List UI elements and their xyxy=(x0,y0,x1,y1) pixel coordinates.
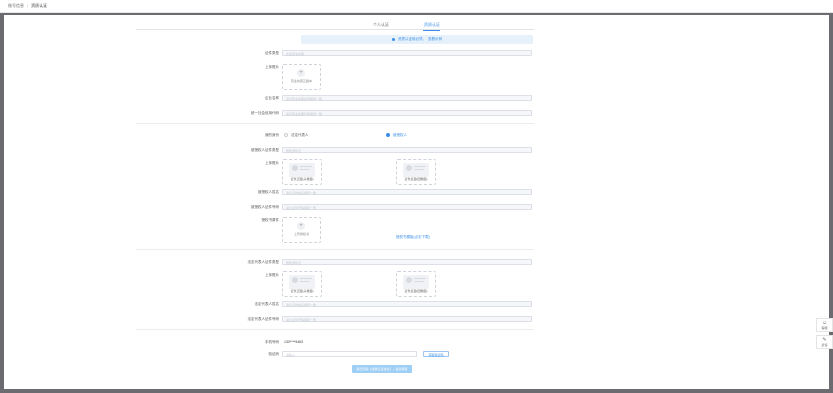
auth-letter-caption: 上传授权书 xyxy=(293,232,309,236)
card-line xyxy=(414,278,426,279)
identity-label: 我的身份 xyxy=(265,133,279,137)
submit-button[interactable]: 我已阅读《资质认证协议》，提交审核 xyxy=(352,365,412,373)
cert-type-select[interactable]: 企业营业执照 xyxy=(282,50,532,56)
feedback-label: 反馈 xyxy=(821,343,828,347)
portrait-icon xyxy=(292,277,298,283)
credit-code-label: 统一社会信用代码 xyxy=(251,111,279,115)
card-line xyxy=(300,166,312,167)
tabs-divider xyxy=(136,29,534,30)
agent-id-front-upload[interactable]: 证件正面(头像面) xyxy=(282,159,322,185)
breadcrumb-current: 资质认证 xyxy=(31,3,48,8)
notice-text: 资质认证前必须， xyxy=(398,37,426,41)
agent-id-back-upload[interactable]: 证件反面(国徽面) xyxy=(396,159,436,185)
notice-link[interactable]: 查看示例 xyxy=(428,37,442,41)
verify-code-label: 验证码 xyxy=(268,352,280,356)
agent-id-input[interactable]: 请与证件号码保持一致 xyxy=(282,204,532,210)
breadcrumb: 账号信息 / 资质认证 xyxy=(8,0,47,12)
legal-id-front-upload[interactable]: 证件正面(头像面) xyxy=(282,271,322,297)
feedback-button[interactable]: ✎ 反馈 xyxy=(816,335,833,349)
tab-active-indicator xyxy=(423,30,440,31)
license-upload-caption: 营业执照正副本 xyxy=(290,79,312,83)
agent-id-label: 被授权人证件号码 xyxy=(251,205,279,209)
radio-agent[interactable] xyxy=(386,133,390,137)
portrait-icon xyxy=(292,165,298,171)
emblem-icon xyxy=(406,165,412,171)
cert-type-label: 证件类型 xyxy=(265,51,279,55)
legal-cert-type-label: 法定代表人证件类型 xyxy=(247,260,280,264)
credit-code-input[interactable]: 请与营业执照代码保持一致 xyxy=(282,110,532,116)
notice-banner: 资质认证前必须， 查看示例 xyxy=(301,35,533,44)
card-line xyxy=(300,281,310,282)
legal-name-input[interactable]: 请与证件姓名保持一致 xyxy=(282,301,532,307)
customer-service-button[interactable]: ☺ 客服 xyxy=(816,318,833,332)
section-divider xyxy=(136,329,534,330)
legal-name-label: 法定代表人姓名 xyxy=(254,302,280,306)
phone-value: 133****9463 xyxy=(284,340,304,344)
company-name-input[interactable]: 请与营业执照名称保持一致 xyxy=(282,95,532,101)
license-upload-label: 上传照片 xyxy=(265,65,279,69)
auth-letter-upload[interactable]: + 上传授权书 xyxy=(282,217,321,243)
card-line xyxy=(414,166,426,167)
emblem-icon xyxy=(406,277,412,283)
card-line xyxy=(300,169,310,170)
section-divider xyxy=(136,249,534,250)
verify-code-input[interactable]: 请输入 xyxy=(282,351,417,357)
get-code-button[interactable]: 获取验证码 xyxy=(423,351,449,357)
customer-service-label: 客服 xyxy=(821,326,828,330)
plus-icon: + xyxy=(297,222,305,230)
main-panel: 个人认证 资质认证 资质认证前必须， 查看示例 证件类型 企业营业执照 上传照片 … xyxy=(4,15,829,389)
radio-legal-rep-label[interactable]: 法定代表人 xyxy=(291,133,309,138)
legal-cert-type-select[interactable]: 居民身份证 xyxy=(282,259,532,265)
legal-id-front-caption: 证件正面(头像面) xyxy=(290,289,314,293)
breadcrumb-separator: / xyxy=(27,3,29,8)
legal-id-back-caption: 证件反面(国徽面) xyxy=(404,289,428,293)
license-upload[interactable]: + 营业执照正副本 xyxy=(282,64,321,90)
card-line xyxy=(414,281,424,282)
agent-id-front-caption: 证件正面(头像面) xyxy=(290,177,314,181)
agent-id-back-caption: 证件反面(国徽面) xyxy=(404,177,428,181)
info-icon xyxy=(392,37,395,41)
auth-letter-label: 授权书原件 xyxy=(261,218,280,222)
phone-label: 手机号码 xyxy=(265,340,279,344)
section-divider xyxy=(136,123,534,124)
radio-agent-label[interactable]: 被授权人 xyxy=(393,133,407,138)
legal-id-back-upload[interactable]: 证件反面(国徽面) xyxy=(396,271,436,297)
agent-name-label: 被授权人姓名 xyxy=(258,190,279,194)
top-bar: 账号信息 / 资质认证 xyxy=(0,0,833,13)
plus-icon: + xyxy=(297,69,305,77)
legal-id-input[interactable]: 请与证件号码保持一致 xyxy=(282,316,532,322)
card-line xyxy=(414,169,424,170)
legal-id-label: 法定代表人证件号码 xyxy=(247,317,280,321)
company-name-label: 企业名称 xyxy=(265,96,279,100)
breadcrumb-home[interactable]: 账号信息 xyxy=(8,3,24,8)
agent-photo-label: 上传照片 xyxy=(265,161,279,165)
card-line xyxy=(300,278,312,279)
agent-cert-type-select[interactable]: 居民身份证 xyxy=(282,147,532,153)
tab-personal[interactable]: 个人认证 xyxy=(373,22,389,28)
radio-legal-rep[interactable] xyxy=(284,133,288,137)
agent-name-input[interactable]: 请与证件姓名保持一致 xyxy=(282,189,532,195)
agent-cert-type-label: 被授权人证件类型 xyxy=(251,148,279,152)
tab-qualification[interactable]: 资质认证 xyxy=(424,22,440,28)
auth-template-download-link[interactable]: 授权书模板(点击下载) xyxy=(396,235,430,240)
legal-photo-label: 上传照片 xyxy=(265,273,279,277)
